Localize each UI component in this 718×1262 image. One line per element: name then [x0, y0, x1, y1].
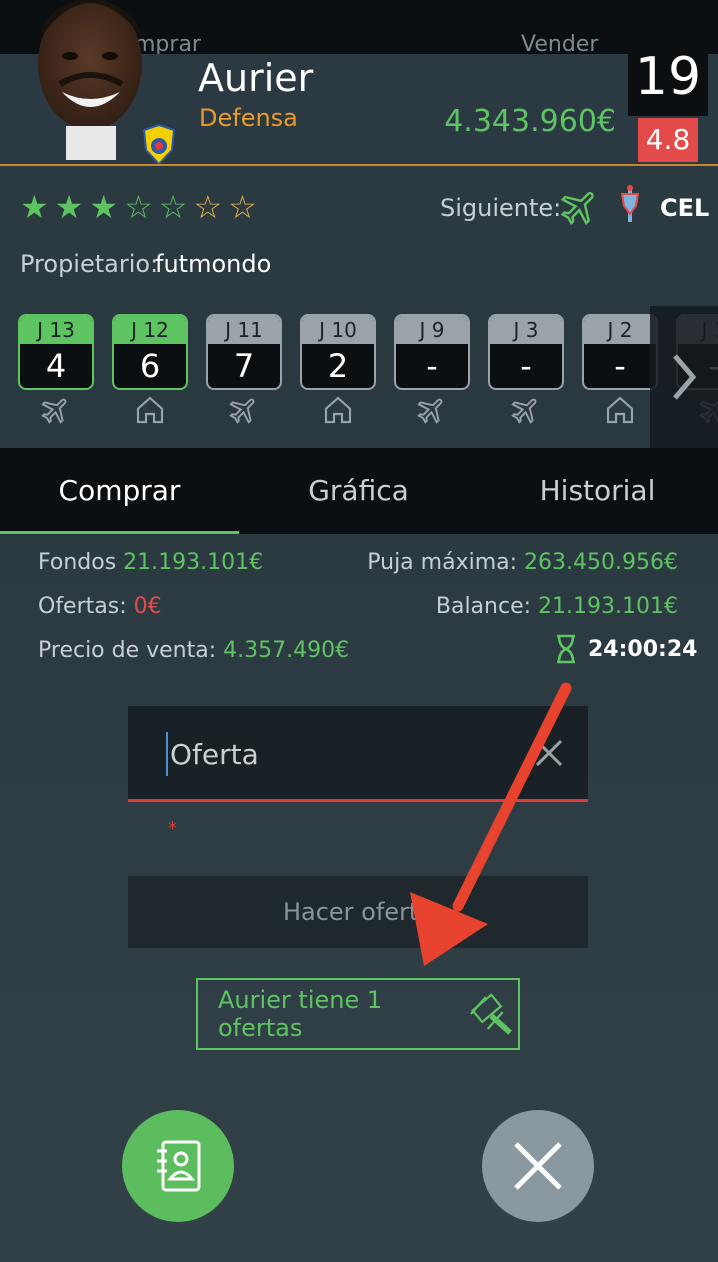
player-position: Defensa: [199, 104, 298, 132]
star-empty-icon: ☆: [228, 188, 257, 226]
chevron-right-icon: [673, 354, 697, 400]
match-round: J 12: [114, 316, 186, 344]
match-round: J 13: [20, 316, 92, 344]
auction-timer: 24:00:24: [554, 634, 697, 664]
owner-label: Propietario:: [20, 250, 159, 278]
match-item[interactable]: J 3 -: [488, 314, 564, 426]
match-round: J 3: [490, 316, 562, 344]
match-calendar: J 12 6: [112, 314, 188, 390]
home-icon: [606, 396, 634, 424]
max-bid-row: Puja máxima: 263.450.956€: [367, 550, 678, 575]
timer-value: 24:00:24: [588, 636, 698, 662]
star-rating: ★ ★ ★ ☆ ☆ ☆ ☆: [20, 190, 257, 224]
plane-icon: [417, 398, 443, 424]
match-item[interactable]: J 13 4: [18, 314, 94, 426]
star-filled-icon: ★: [20, 188, 49, 226]
close-icon: [514, 1142, 562, 1190]
match-round: J 11: [208, 316, 280, 344]
make-offer-button[interactable]: Hacer oferta: [128, 876, 588, 948]
funds-label: Fondos: [38, 550, 117, 575]
match-points: 7: [233, 347, 255, 385]
close-button[interactable]: [482, 1110, 594, 1222]
offer-input[interactable]: [166, 732, 506, 776]
offers-value: 0€: [133, 594, 162, 619]
player-price: 4.343.960€: [444, 104, 616, 139]
balance-label: Balance:: [435, 594, 532, 619]
player-points: 19: [628, 38, 708, 116]
owner-value: futmondo: [155, 250, 272, 278]
offers-row: Ofertas: 0€: [38, 594, 162, 619]
plane-icon: [511, 398, 537, 424]
match-item[interactable]: J 12 6: [112, 314, 188, 426]
plane-icon: [229, 398, 255, 424]
balance-value: 21.193.101€: [538, 594, 678, 619]
player-rating: 4.8: [638, 118, 698, 162]
contact-card-icon: [157, 1140, 201, 1192]
home-icon: [324, 396, 352, 424]
required-mark: *: [168, 818, 177, 839]
star-filled-icon: ★: [89, 188, 119, 226]
sale-price-value: 4.357.490€: [223, 638, 350, 663]
match-item[interactable]: J 2 -: [582, 314, 658, 426]
match-points: -: [520, 347, 532, 385]
star-empty-icon: ☆: [193, 188, 223, 226]
match-calendar: J 9 -: [394, 314, 470, 390]
match-calendar: J 10 2: [300, 314, 376, 390]
match-points: 4: [45, 347, 67, 385]
star-empty-icon: ☆: [158, 188, 188, 226]
hourglass-icon: [557, 634, 575, 664]
match-item[interactable]: J 11 7: [206, 314, 282, 426]
clear-icon[interactable]: [534, 738, 564, 768]
offers-count-label: Aurier tiene 1 ofertas: [218, 986, 383, 1042]
club-crest-icon: [142, 124, 176, 164]
tab-historial[interactable]: Historial: [478, 448, 717, 534]
opponent-crest-icon: [620, 185, 640, 222]
player-name: Aurier: [198, 56, 314, 100]
match-points: -: [426, 347, 438, 385]
next-match-label: Siguiente:: [440, 194, 562, 222]
match-round: J 10: [302, 316, 374, 344]
match-calendar: J 13 4: [18, 314, 94, 390]
offers-label: Ofertas:: [38, 594, 127, 619]
sale-price-label: Precio de venta:: [38, 638, 217, 663]
funds-value: 21.193.101€: [123, 550, 264, 575]
player-avatar: [38, 0, 142, 160]
star-empty-icon: ☆: [124, 188, 153, 226]
player-card-button[interactable]: [122, 1110, 234, 1222]
match-history[interactable]: J 134J 126J 117J 102J 9-J 3-J 2-J 1-: [18, 314, 718, 448]
match-item[interactable]: J 9 -: [394, 314, 470, 426]
scroll-right-button[interactable]: [650, 306, 718, 448]
home-icon: [136, 396, 164, 424]
tab-bar: Comprar Gráfica Historial: [0, 448, 718, 534]
tab-comprar[interactable]: Comprar: [0, 448, 239, 534]
offers-count-button[interactable]: Aurier tiene 1 ofertas: [196, 978, 520, 1050]
plane-icon: [41, 398, 67, 424]
max-bid-value: 263.450.956€: [524, 550, 678, 575]
gavel-icon: [470, 993, 513, 1035]
match-calendar: J 3 -: [488, 314, 564, 390]
match-calendar: J 2 -: [582, 314, 658, 390]
balance-row: Balance: 21.193.101€: [436, 594, 678, 619]
match-points: 2: [327, 347, 349, 385]
match-round: J 2: [584, 316, 656, 344]
plane-icon: [560, 192, 594, 226]
match-points: -: [614, 347, 626, 385]
offer-field: [128, 706, 588, 802]
match-item[interactable]: J 10 2: [300, 314, 376, 426]
match-round: J 9: [396, 316, 468, 344]
match-points: 6: [139, 347, 161, 385]
star-filled-icon: ★: [54, 188, 84, 226]
max-bid-label: Puja máxima:: [367, 550, 518, 575]
next-opponent: CEL: [660, 194, 710, 222]
tab-grafica[interactable]: Gráfica: [239, 448, 478, 534]
sale-price-row: Precio de venta: 4.357.490€: [38, 638, 349, 663]
match-calendar: J 11 7: [206, 314, 282, 390]
funds-row: Fondos 21.193.101€: [38, 550, 263, 575]
